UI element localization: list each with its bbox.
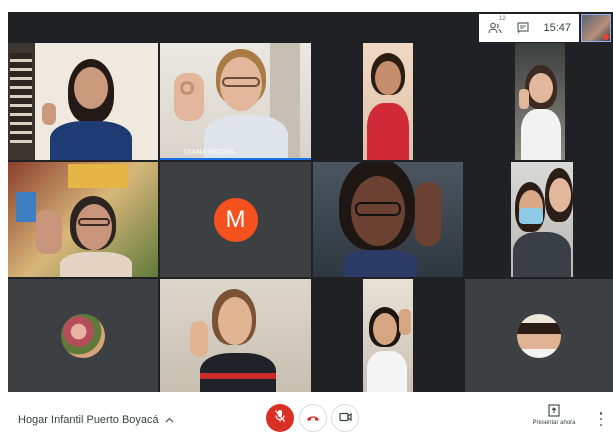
mic-muted-indicator — [603, 34, 609, 40]
participant-tile[interactable] — [8, 162, 158, 277]
chevron-up-icon — [165, 415, 174, 426]
hangup-icon — [306, 409, 320, 427]
participant-tile[interactable] — [465, 162, 613, 277]
participant-tile[interactable] — [465, 43, 613, 160]
meeting-stage: 12 15:47 DIANA ROCHA M — [8, 12, 613, 392]
chat-icon[interactable] — [515, 20, 531, 36]
participant-tile[interactable] — [465, 279, 613, 392]
clock: 15:47 — [543, 22, 571, 34]
participant-count: 12 — [499, 16, 506, 22]
participant-avatar: M — [213, 197, 258, 242]
participant-tile[interactable] — [8, 279, 158, 392]
present-now-label: Presentar ahora — [532, 420, 576, 426]
mic-off-icon — [274, 409, 286, 428]
meeting-details-toggle[interactable]: Hogar Infantil Puerto Boyacá — [18, 414, 174, 426]
bottom-control-bar: Hogar Infantil Puerto Boyacá Presentar a… — [0, 392, 613, 447]
participant-tile[interactable] — [160, 279, 311, 392]
people-icon[interactable]: 12 — [487, 16, 506, 36]
status-box: 12 15:47 — [479, 14, 579, 42]
meeting-name: Hogar Infantil Puerto Boyacá — [18, 414, 159, 426]
mic-toggle-button[interactable] — [266, 404, 294, 432]
present-screen-icon — [530, 404, 578, 418]
participant-avatar — [61, 313, 105, 358]
participant-tile[interactable] — [8, 43, 158, 160]
participant-name: DIANA ROCHA — [184, 149, 235, 156]
top-bar: 12 15:47 — [8, 12, 613, 43]
camera-toggle-button[interactable] — [331, 404, 359, 432]
more-vert-icon[interactable] — [598, 412, 604, 426]
active-speaker-indicator — [160, 158, 311, 160]
participant-tile[interactable]: M — [160, 162, 311, 277]
present-now-button[interactable]: Presentar ahora — [530, 404, 578, 426]
participant-tile[interactable] — [313, 43, 463, 160]
self-view-thumbnail[interactable] — [581, 14, 611, 42]
participant-avatar — [517, 313, 561, 358]
participant-tile[interactable]: DIANA ROCHA — [160, 43, 311, 160]
camera-icon — [338, 409, 352, 427]
leave-call-button[interactable] — [299, 404, 327, 432]
participant-tile[interactable] — [313, 279, 463, 392]
participant-tile[interactable] — [313, 162, 463, 277]
